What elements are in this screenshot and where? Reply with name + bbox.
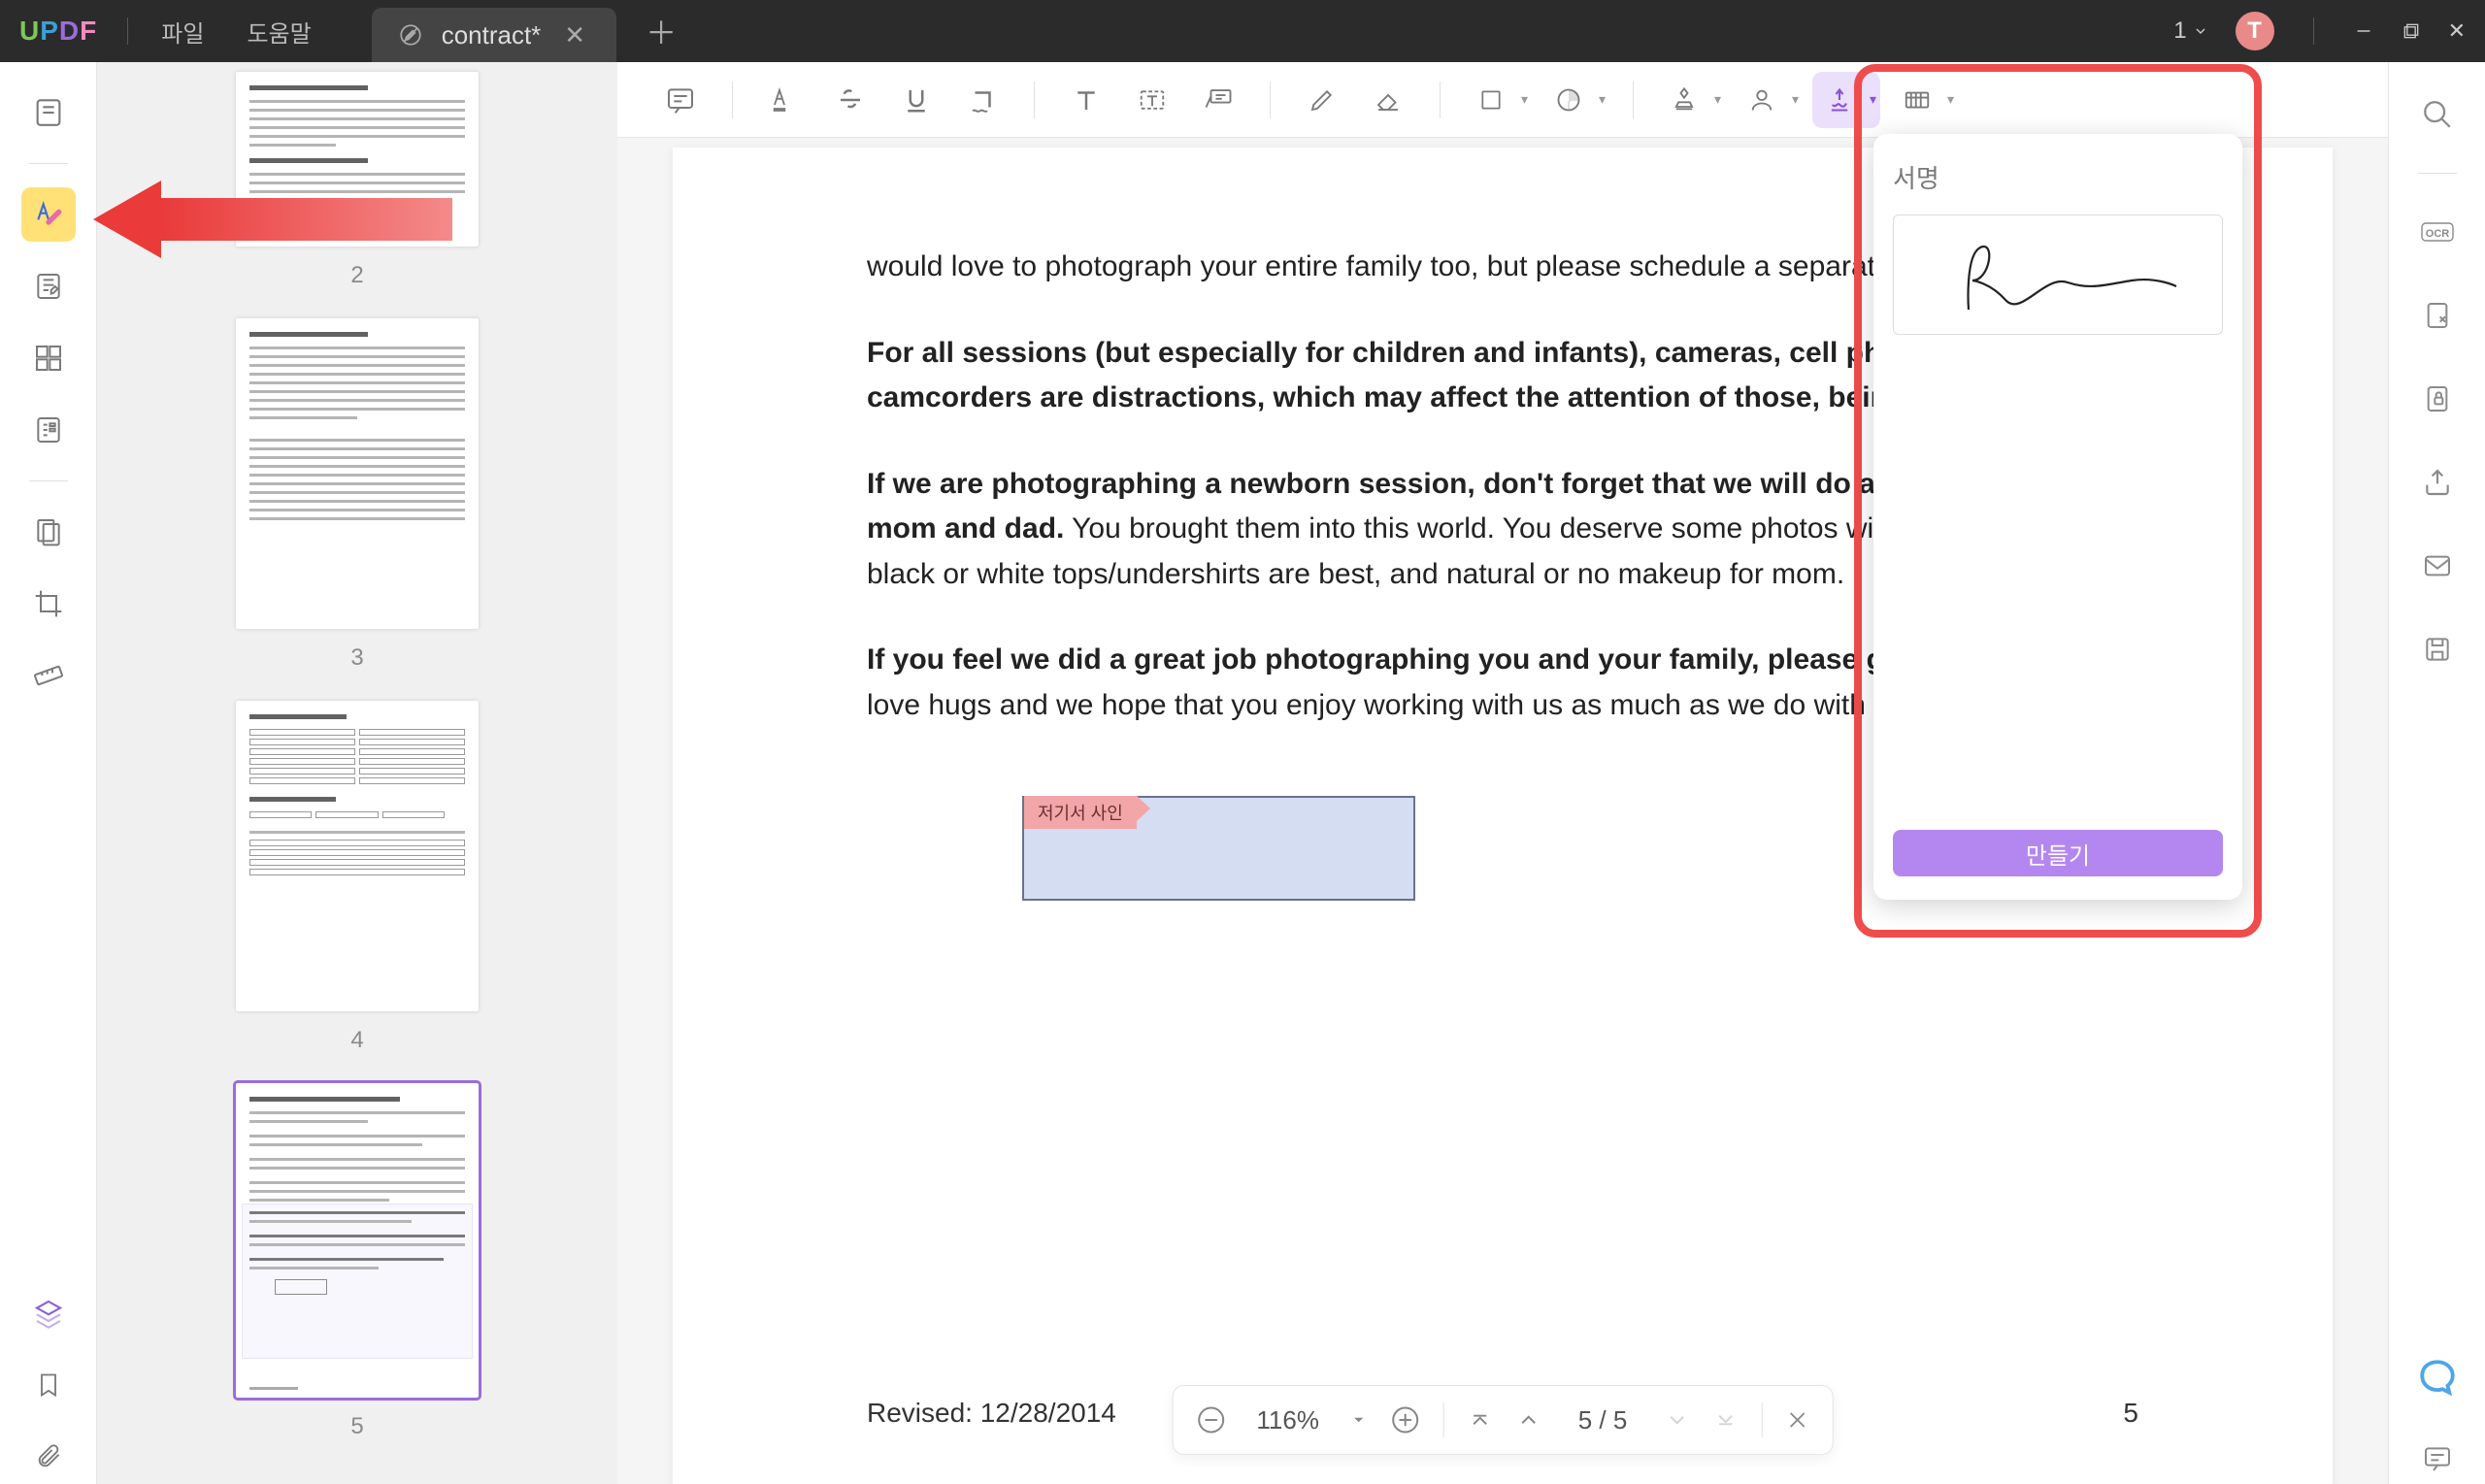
- user-avatar[interactable]: T: [2236, 12, 2274, 50]
- sticker-tool-button[interactable]: ▾: [1541, 72, 1609, 128]
- zoom-out-button[interactable]: [1197, 1405, 1226, 1435]
- export-button[interactable]: [2412, 290, 2463, 341]
- window-maximize-button[interactable]: [2402, 21, 2421, 41]
- page-number: 5: [2123, 1398, 2138, 1429]
- reader-tool-button[interactable]: [21, 85, 76, 140]
- underline-tool-button[interactable]: [888, 72, 944, 128]
- view-controls: 116% 5 / 5: [1173, 1385, 1834, 1455]
- app-logo: UPDF: [0, 16, 116, 47]
- window-close-button[interactable]: ✕: [2448, 18, 2466, 44]
- email-button[interactable]: [2412, 541, 2463, 591]
- signature-panel: 서명 만들기: [1873, 134, 2242, 900]
- thumbnail-number: 4: [350, 1027, 363, 1054]
- zoom-level: 116%: [1249, 1405, 1327, 1435]
- revised-date: Revised: 12/28/2014: [867, 1398, 1116, 1429]
- signature-field[interactable]: 저기서 사인: [1022, 796, 1415, 901]
- attachment-button[interactable]: [21, 1430, 76, 1484]
- ai-assistant-button[interactable]: [2414, 1354, 2461, 1401]
- thumbnail-number: 5: [350, 1413, 363, 1440]
- callout-tool-button[interactable]: [1190, 72, 1246, 128]
- note-tool-button[interactable]: [652, 72, 709, 128]
- textbox-tool-button[interactable]: [1124, 72, 1180, 128]
- svg-text:OCR: OCR: [2425, 228, 2449, 240]
- edit-tool-button[interactable]: [21, 259, 76, 313]
- bookmark-button[interactable]: [21, 1358, 76, 1412]
- ocr-button[interactable]: OCR: [2412, 207, 2463, 257]
- shape-tool-button[interactable]: ▾: [1464, 72, 1532, 128]
- page-thumbnail[interactable]: [236, 701, 479, 1011]
- organize-tool-button[interactable]: [21, 331, 76, 385]
- first-page-button[interactable]: [1468, 1407, 1493, 1433]
- thumbnail-panel: 2 3: [97, 62, 617, 1484]
- redact-tool-button[interactable]: [21, 505, 76, 559]
- menu-help[interactable]: 도움말: [225, 15, 332, 49]
- strikethrough-tool-button[interactable]: [822, 72, 878, 128]
- page-thumbnail[interactable]: [236, 318, 479, 629]
- protect-button[interactable]: [2412, 374, 2463, 424]
- more-tool-button[interactable]: ▾: [1890, 72, 1958, 128]
- signature-panel-title: 서명: [1893, 159, 2223, 195]
- form-tool-button[interactable]: [21, 403, 76, 457]
- highlight-arrow: [93, 181, 452, 258]
- menu-file[interactable]: 파일: [140, 15, 225, 49]
- crop-tool-button[interactable]: [21, 577, 76, 631]
- zoom-dropdown-button[interactable]: [1350, 1411, 1368, 1429]
- signature-glyph-icon: [1932, 226, 2184, 323]
- document-tab[interactable]: contract* ✕: [372, 8, 616, 62]
- text-tool-button[interactable]: [1058, 72, 1114, 128]
- highlight-tool-button[interactable]: [756, 72, 812, 128]
- left-sidebar: [0, 62, 97, 1484]
- signature-tool-button[interactable]: ▾: [1812, 72, 1880, 128]
- tab-title: contract*: [442, 20, 542, 50]
- document-area: ▾ ▾ ▾ ▾ ▾ ▾ would love to photograph you…: [617, 62, 2388, 1484]
- window-count[interactable]: 1: [2173, 17, 2207, 45]
- add-tab-button[interactable]: ＋: [616, 9, 706, 53]
- chevron-down-icon: [2193, 23, 2208, 39]
- thumbnail-number: 3: [350, 644, 363, 672]
- tab-close-button[interactable]: ✕: [558, 20, 591, 50]
- sign-here-tag: 저기서 사인: [1024, 796, 1137, 829]
- comment-tool-button[interactable]: [21, 187, 76, 242]
- page-thumbnail-current[interactable]: [236, 1083, 479, 1398]
- layers-button[interactable]: [21, 1286, 76, 1340]
- last-page-button[interactable]: [1712, 1407, 1738, 1433]
- stamp-tool-button[interactable]: ▾: [1657, 72, 1725, 128]
- no-edit-icon: [397, 21, 424, 49]
- squiggly-tool-button[interactable]: [954, 72, 1011, 128]
- share-button[interactable]: [2412, 457, 2463, 508]
- titlebar: UPDF 파일 도움말 contract* ✕ ＋ 1 T ✕: [0, 0, 2485, 62]
- window-minimize-button[interactable]: [2353, 20, 2374, 42]
- initials-tool-button[interactable]: ▾: [1735, 72, 1803, 128]
- zoom-in-button[interactable]: [1391, 1405, 1420, 1435]
- search-button[interactable]: [2412, 89, 2463, 140]
- thumbnail-number: 2: [350, 262, 363, 289]
- annotation-toolbar: ▾ ▾ ▾ ▾ ▾ ▾: [617, 62, 2388, 138]
- signature-preview[interactable]: [1893, 214, 2223, 335]
- prev-page-button[interactable]: [1516, 1407, 1541, 1433]
- create-signature-button[interactable]: 만들기: [1893, 830, 2223, 876]
- close-footbar-button[interactable]: [1785, 1408, 1808, 1432]
- eraser-tool-button[interactable]: [1360, 72, 1416, 128]
- pencil-tool-button[interactable]: [1294, 72, 1350, 128]
- page-indicator[interactable]: 5 / 5: [1565, 1405, 1641, 1435]
- right-sidebar: OCR: [2388, 62, 2485, 1484]
- comments-list-button[interactable]: [2412, 1434, 2463, 1484]
- measure-tool-button[interactable]: [21, 648, 76, 703]
- next-page-button[interactable]: [1664, 1407, 1689, 1433]
- save-other-button[interactable]: [2412, 624, 2463, 675]
